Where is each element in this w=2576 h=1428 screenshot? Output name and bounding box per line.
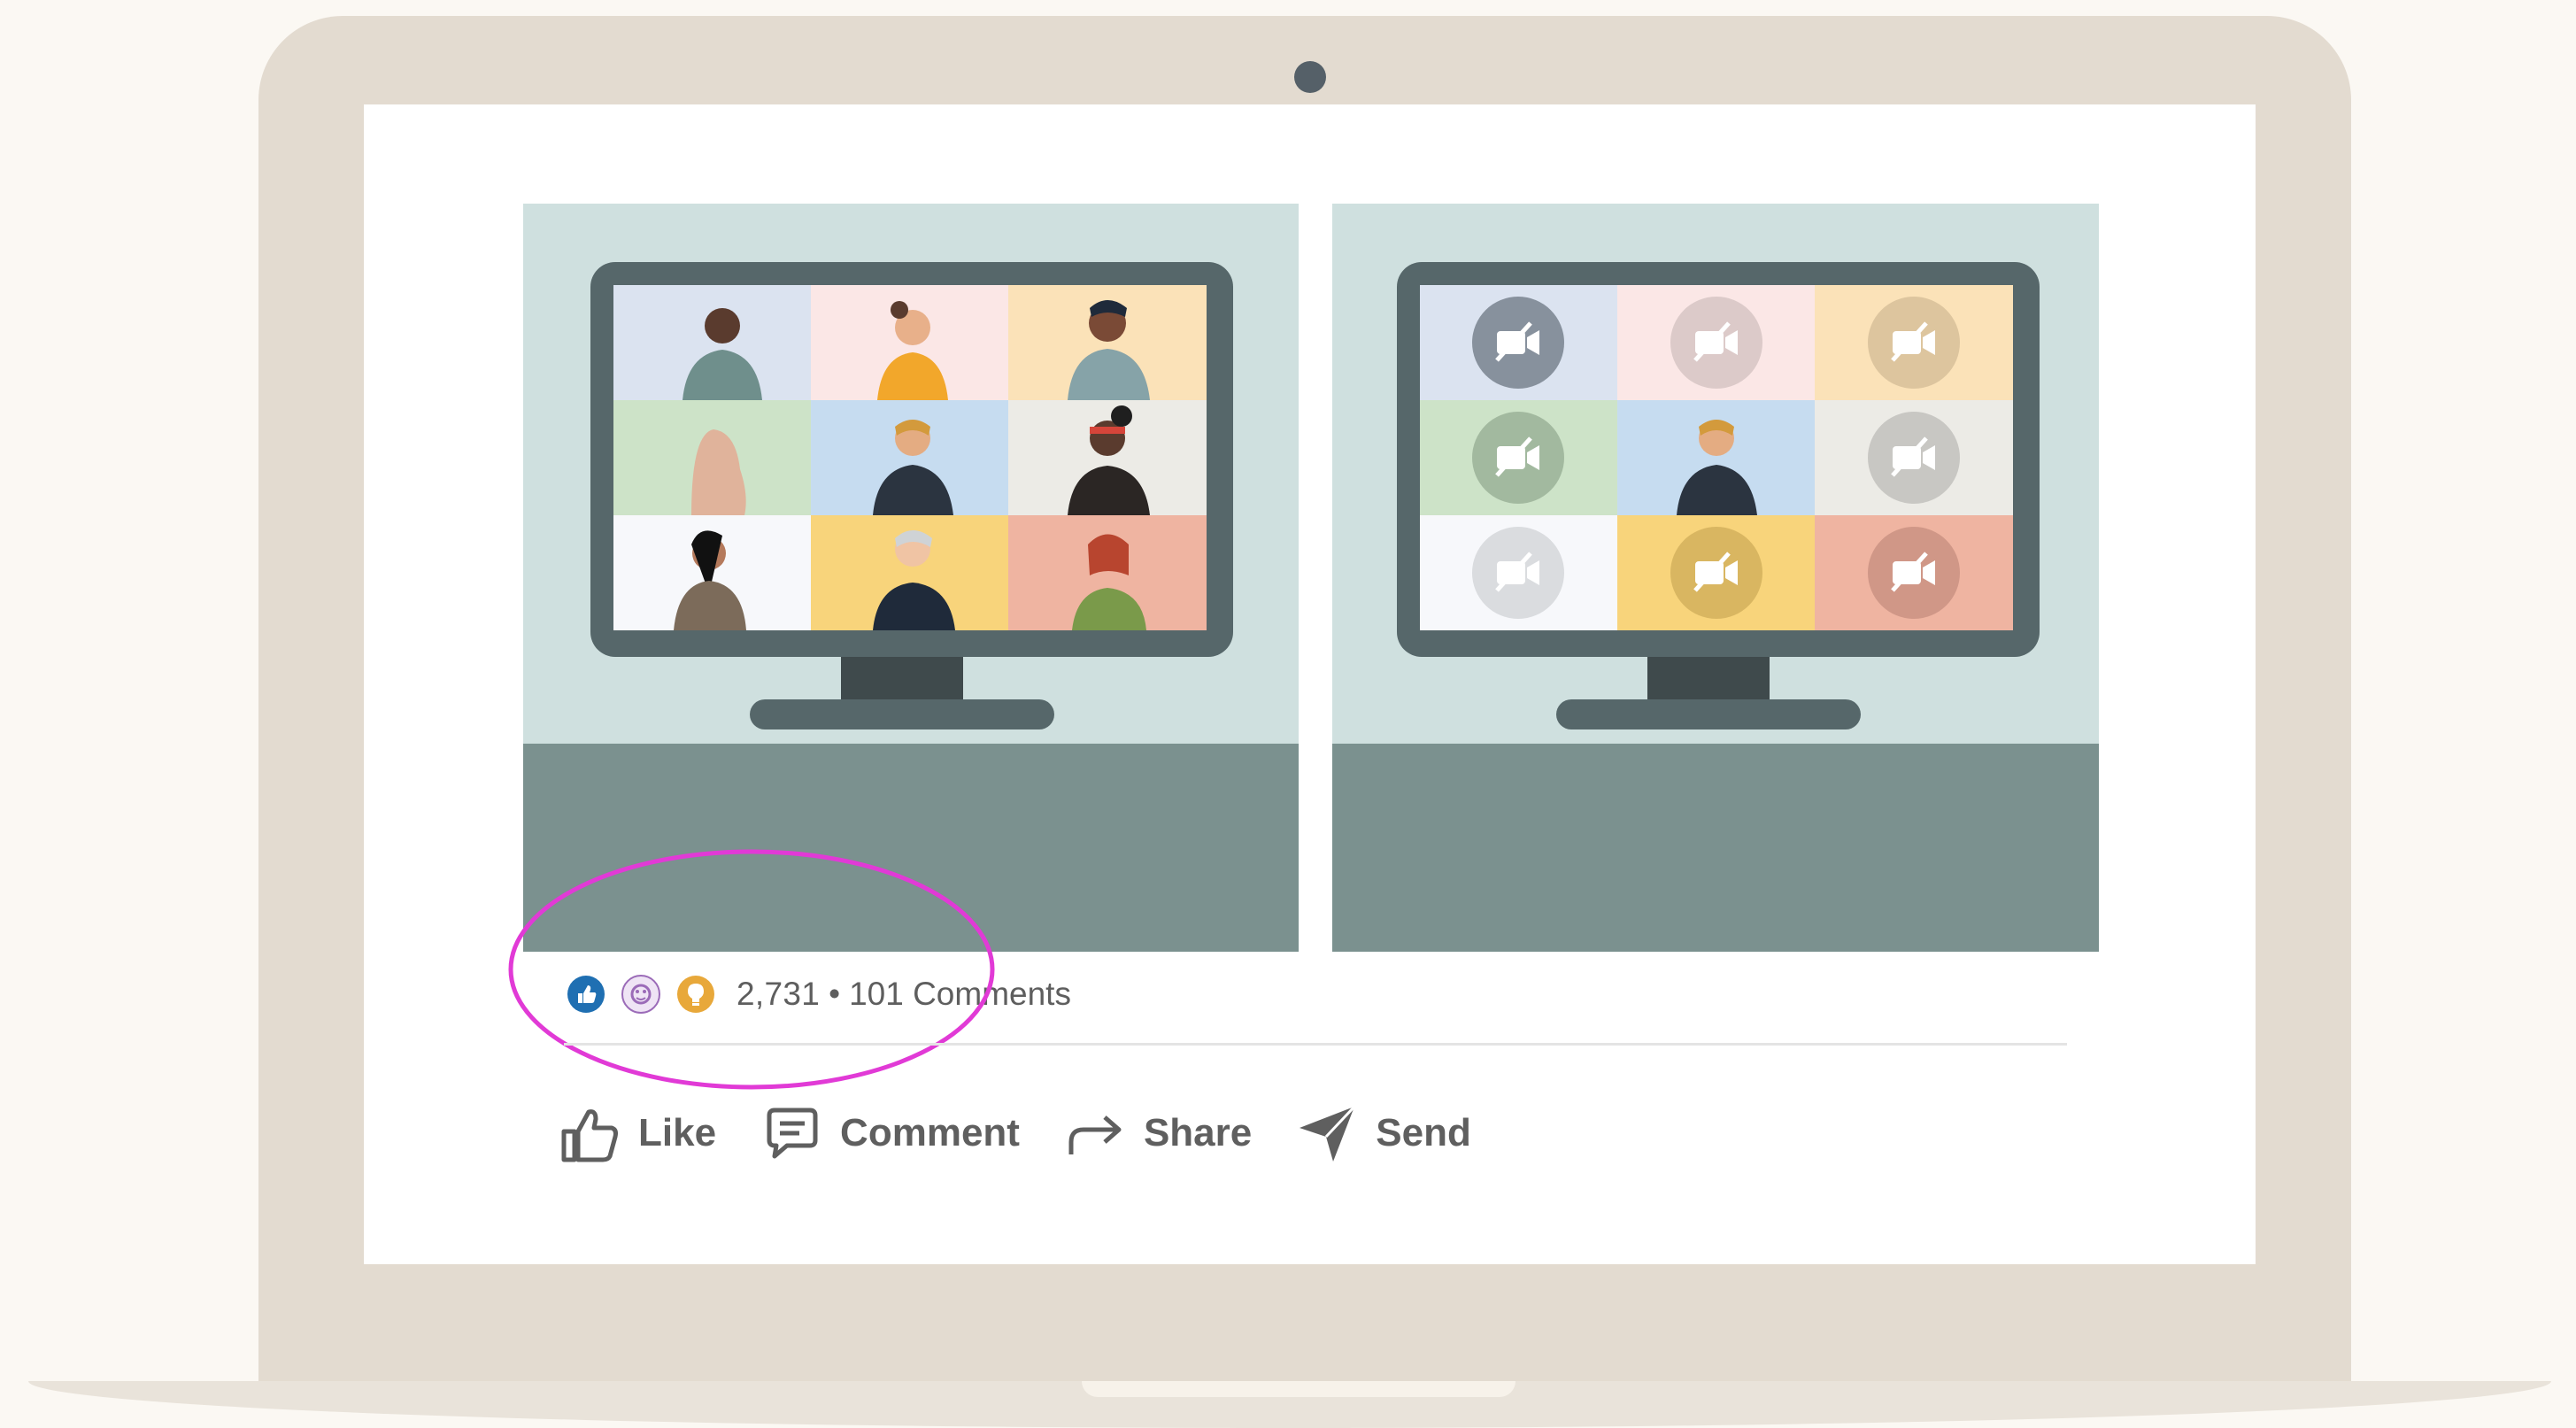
post-image-left[interactable] [523,204,1299,952]
like-button[interactable]: Like [559,1101,716,1165]
comments-count[interactable]: 101 Comments [849,976,1071,1013]
send-label: Send [1376,1111,1471,1154]
thumbs-up-icon [561,1109,618,1162]
send-icon [1300,1105,1356,1162]
divider [564,1043,2067,1046]
share-label: Share [1143,1111,1253,1154]
separator: • [829,976,841,1012]
insightful-reaction-icon [676,975,715,1014]
laptop-notch [1082,1381,1516,1397]
like-label: Like [638,1111,717,1154]
send-button[interactable]: Send [1296,1101,1471,1165]
share-button[interactable]: Share [1064,1101,1252,1165]
celebrate-reaction-icon [621,975,660,1014]
comment-label: Comment [840,1111,1020,1154]
share-icon [1068,1115,1122,1154]
comment-button[interactable]: Comment [760,1101,1020,1165]
post-actions: Like Comment Share Send [559,1089,1471,1177]
like-reaction-icon [567,975,605,1014]
comment-icon [767,1108,818,1159]
webcam-icon [1294,61,1326,93]
reaction-count[interactable]: 2,731 [737,976,820,1013]
post-card: 2,731 • 101 Comments Like Comment Share … [364,104,2256,1264]
social-counts[interactable]: 2,731 • 101 Comments [567,963,1071,1025]
post-image-right[interactable] [1332,204,2099,952]
